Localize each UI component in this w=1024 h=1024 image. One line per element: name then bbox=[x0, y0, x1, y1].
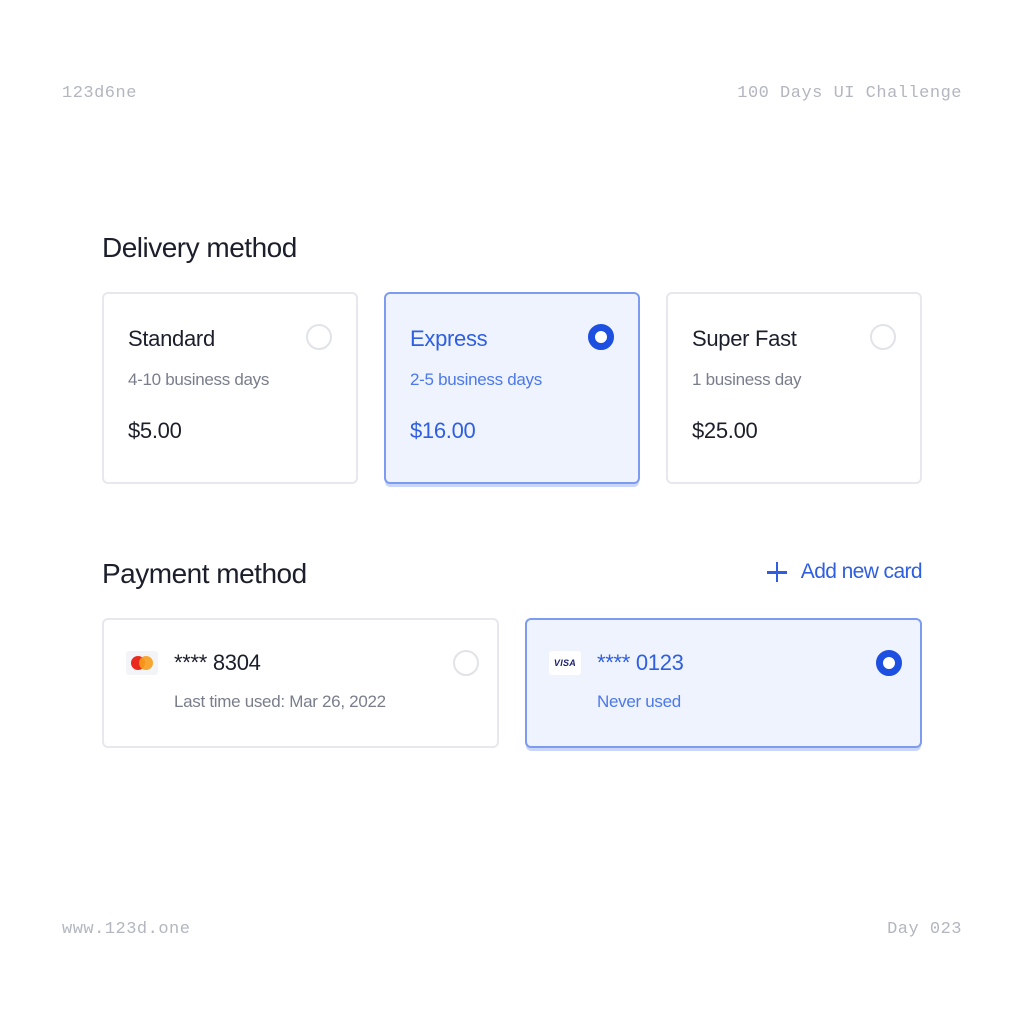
radio-button-mastercard[interactable] bbox=[453, 650, 479, 676]
day-label: Day 023 bbox=[887, 920, 962, 939]
delivery-option-price: $5.00 bbox=[128, 418, 182, 443]
add-new-card-button[interactable]: Add new card bbox=[766, 560, 923, 584]
delivery-options: Standard 4-10 business days $5.00 Expres… bbox=[102, 292, 922, 484]
payment-card-visa[interactable]: VISA **** 0123 Never used bbox=[525, 618, 922, 748]
delivery-option-days: 1 business day bbox=[692, 370, 802, 389]
radio-button-standard[interactable] bbox=[306, 324, 332, 350]
delivery-option-super-fast[interactable]: Super Fast 1 business day $25.00 bbox=[666, 292, 922, 484]
radio-button-super-fast[interactable] bbox=[870, 324, 896, 350]
challenge-label: 100 Days UI Challenge bbox=[737, 84, 962, 103]
brand-name: 123d6ne bbox=[62, 84, 137, 103]
delivery-option-standard[interactable]: Standard 4-10 business days $5.00 bbox=[102, 292, 358, 484]
delivery-option-days: 2-5 business days bbox=[410, 370, 542, 389]
delivery-method-heading: Delivery method bbox=[102, 232, 297, 263]
delivery-option-price: $16.00 bbox=[410, 418, 476, 443]
payment-card-mastercard[interactable]: **** 8304 Last time used: Mar 26, 2022 bbox=[102, 618, 499, 748]
payment-method-heading: Payment method bbox=[102, 558, 307, 589]
card-number: **** 0123 bbox=[597, 650, 684, 675]
delivery-option-days: 4-10 business days bbox=[128, 370, 270, 389]
radio-button-visa[interactable] bbox=[876, 650, 902, 676]
card-last-used: Last time used: Mar 26, 2022 bbox=[174, 692, 386, 711]
card-last-used: Never used bbox=[597, 692, 681, 711]
payment-options: **** 8304 Last time used: Mar 26, 2022 V… bbox=[102, 618, 922, 748]
plus-icon bbox=[766, 562, 787, 582]
visa-icon: VISA bbox=[549, 651, 581, 675]
radio-button-express[interactable] bbox=[588, 324, 614, 350]
delivery-option-price: $25.00 bbox=[692, 418, 758, 443]
website-url: www.123d.one bbox=[62, 920, 191, 939]
delivery-option-express[interactable]: Express 2-5 business days $16.00 bbox=[384, 292, 640, 484]
card-number: **** 8304 bbox=[174, 650, 261, 675]
add-new-card-label: Add new card bbox=[800, 560, 923, 583]
mastercard-icon bbox=[126, 651, 158, 675]
